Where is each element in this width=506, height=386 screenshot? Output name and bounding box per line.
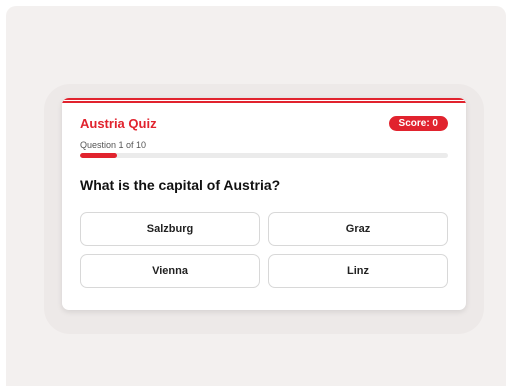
- answer-button-salzburg[interactable]: Salzburg: [80, 212, 260, 246]
- card-top-stripe: [62, 98, 466, 103]
- answer-grid: Salzburg Graz Vienna Linz: [80, 212, 448, 288]
- answer-button-vienna[interactable]: Vienna: [80, 254, 260, 288]
- answer-button-linz[interactable]: Linz: [268, 254, 448, 288]
- answer-button-graz[interactable]: Graz: [268, 212, 448, 246]
- app-background: Austria Quiz Score: 0 Question 1 of 10 W…: [6, 6, 506, 386]
- quiz-title: Austria Quiz: [80, 116, 157, 131]
- quiz-card: Austria Quiz Score: 0 Question 1 of 10 W…: [62, 98, 466, 310]
- question-text: What is the capital of Austria?: [80, 177, 281, 193]
- score-badge: Score: 0: [388, 116, 448, 131]
- progress-bar: [80, 153, 448, 158]
- progress-bar-fill: [80, 153, 117, 158]
- question-counter: Question 1 of 10: [80, 140, 147, 150]
